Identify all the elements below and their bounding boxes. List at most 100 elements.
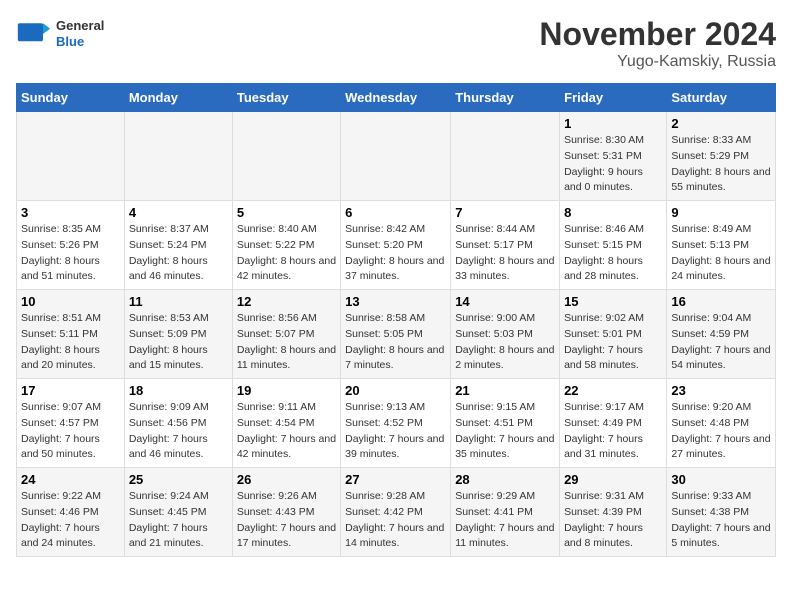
calendar-cell: 6 Sunrise: 8:42 AMSunset: 5:20 PMDayligh… [341, 201, 451, 290]
logo: General Blue [16, 16, 104, 52]
day-number: 8 [564, 205, 662, 220]
calendar-week-row: 24 Sunrise: 9:22 AMSunset: 4:46 PMDaylig… [17, 468, 776, 557]
calendar-cell: 27 Sunrise: 9:28 AMSunset: 4:42 PMDaylig… [341, 468, 451, 557]
calendar-cell [17, 112, 125, 201]
day-info: Sunrise: 8:46 AMSunset: 5:15 PMDaylight:… [564, 222, 662, 285]
day-info: Sunrise: 9:28 AMSunset: 4:42 PMDaylight:… [345, 489, 446, 552]
day-info: Sunrise: 9:24 AMSunset: 4:45 PMDaylight:… [129, 489, 228, 552]
calendar-cell [451, 112, 560, 201]
day-info: Sunrise: 8:35 AMSunset: 5:26 PMDaylight:… [21, 222, 120, 285]
page-header: General Blue November 2024 Yugo-Kamskiy,… [16, 16, 776, 71]
weekday-header: Friday [560, 84, 667, 112]
day-number: 26 [237, 472, 336, 487]
weekday-header: Sunday [17, 84, 125, 112]
calendar-cell: 13 Sunrise: 8:58 AMSunset: 5:05 PMDaylig… [341, 290, 451, 379]
day-info: Sunrise: 9:07 AMSunset: 4:57 PMDaylight:… [21, 400, 120, 463]
day-number: 4 [129, 205, 228, 220]
logo-general: General [56, 18, 104, 34]
day-number: 14 [455, 294, 555, 309]
day-number: 21 [455, 383, 555, 398]
day-number: 28 [455, 472, 555, 487]
day-number: 10 [21, 294, 120, 309]
day-number: 12 [237, 294, 336, 309]
calendar-cell: 14 Sunrise: 9:00 AMSunset: 5:03 PMDaylig… [451, 290, 560, 379]
calendar-cell: 29 Sunrise: 9:31 AMSunset: 4:39 PMDaylig… [560, 468, 667, 557]
day-number: 17 [21, 383, 120, 398]
calendar-cell: 17 Sunrise: 9:07 AMSunset: 4:57 PMDaylig… [17, 379, 125, 468]
calendar-cell [124, 112, 232, 201]
day-number: 11 [129, 294, 228, 309]
weekday-header: Wednesday [341, 84, 451, 112]
day-info: Sunrise: 8:44 AMSunset: 5:17 PMDaylight:… [455, 222, 555, 285]
day-info: Sunrise: 9:20 AMSunset: 4:48 PMDaylight:… [671, 400, 771, 463]
day-number: 15 [564, 294, 662, 309]
logo-blue: Blue [56, 34, 104, 50]
calendar-week-row: 3 Sunrise: 8:35 AMSunset: 5:26 PMDayligh… [17, 201, 776, 290]
calendar-cell: 15 Sunrise: 9:02 AMSunset: 5:01 PMDaylig… [560, 290, 667, 379]
day-info: Sunrise: 8:40 AMSunset: 5:22 PMDaylight:… [237, 222, 336, 285]
day-number: 7 [455, 205, 555, 220]
page-subtitle: Yugo-Kamskiy, Russia [539, 53, 776, 71]
day-info: Sunrise: 8:56 AMSunset: 5:07 PMDaylight:… [237, 311, 336, 374]
day-number: 29 [564, 472, 662, 487]
calendar-cell: 22 Sunrise: 9:17 AMSunset: 4:49 PMDaylig… [560, 379, 667, 468]
calendar-cell [232, 112, 340, 201]
calendar-cell: 4 Sunrise: 8:37 AMSunset: 5:24 PMDayligh… [124, 201, 232, 290]
calendar-cell: 20 Sunrise: 9:13 AMSunset: 4:52 PMDaylig… [341, 379, 451, 468]
calendar-cell: 11 Sunrise: 8:53 AMSunset: 5:09 PMDaylig… [124, 290, 232, 379]
day-number: 3 [21, 205, 120, 220]
title-block: November 2024 Yugo-Kamskiy, Russia [539, 16, 776, 71]
calendar-cell: 8 Sunrise: 8:46 AMSunset: 5:15 PMDayligh… [560, 201, 667, 290]
day-number: 22 [564, 383, 662, 398]
day-info: Sunrise: 8:53 AMSunset: 5:09 PMDaylight:… [129, 311, 228, 374]
calendar-week-row: 17 Sunrise: 9:07 AMSunset: 4:57 PMDaylig… [17, 379, 776, 468]
day-info: Sunrise: 9:09 AMSunset: 4:56 PMDaylight:… [129, 400, 228, 463]
calendar-cell: 28 Sunrise: 9:29 AMSunset: 4:41 PMDaylig… [451, 468, 560, 557]
day-number: 9 [671, 205, 771, 220]
day-info: Sunrise: 9:33 AMSunset: 4:38 PMDaylight:… [671, 489, 771, 552]
day-info: Sunrise: 9:26 AMSunset: 4:43 PMDaylight:… [237, 489, 336, 552]
calendar-cell: 21 Sunrise: 9:15 AMSunset: 4:51 PMDaylig… [451, 379, 560, 468]
calendar-cell: 19 Sunrise: 9:11 AMSunset: 4:54 PMDaylig… [232, 379, 340, 468]
calendar-cell: 25 Sunrise: 9:24 AMSunset: 4:45 PMDaylig… [124, 468, 232, 557]
calendar-cell: 1 Sunrise: 8:30 AMSunset: 5:31 PMDayligh… [560, 112, 667, 201]
day-number: 27 [345, 472, 446, 487]
calendar-cell: 26 Sunrise: 9:26 AMSunset: 4:43 PMDaylig… [232, 468, 340, 557]
day-info: Sunrise: 8:49 AMSunset: 5:13 PMDaylight:… [671, 222, 771, 285]
day-number: 6 [345, 205, 446, 220]
weekday-header: Monday [124, 84, 232, 112]
day-info: Sunrise: 8:51 AMSunset: 5:11 PMDaylight:… [21, 311, 120, 374]
calendar-cell [341, 112, 451, 201]
day-info: Sunrise: 9:13 AMSunset: 4:52 PMDaylight:… [345, 400, 446, 463]
day-number: 25 [129, 472, 228, 487]
day-number: 5 [237, 205, 336, 220]
calendar-table: SundayMondayTuesdayWednesdayThursdayFrid… [16, 83, 776, 557]
calendar-week-row: 10 Sunrise: 8:51 AMSunset: 5:11 PMDaylig… [17, 290, 776, 379]
day-number: 16 [671, 294, 771, 309]
calendar-cell: 16 Sunrise: 9:04 AMSunset: 4:59 PMDaylig… [667, 290, 776, 379]
calendar-cell: 30 Sunrise: 9:33 AMSunset: 4:38 PMDaylig… [667, 468, 776, 557]
weekday-header: Thursday [451, 84, 560, 112]
day-number: 2 [671, 116, 771, 131]
day-info: Sunrise: 9:31 AMSunset: 4:39 PMDaylight:… [564, 489, 662, 552]
calendar-cell: 23 Sunrise: 9:20 AMSunset: 4:48 PMDaylig… [667, 379, 776, 468]
page-title: November 2024 [539, 16, 776, 53]
day-info: Sunrise: 9:11 AMSunset: 4:54 PMDaylight:… [237, 400, 336, 463]
day-info: Sunrise: 9:29 AMSunset: 4:41 PMDaylight:… [455, 489, 555, 552]
day-info: Sunrise: 8:30 AMSunset: 5:31 PMDaylight:… [564, 133, 662, 196]
day-info: Sunrise: 9:02 AMSunset: 5:01 PMDaylight:… [564, 311, 662, 374]
calendar-cell: 12 Sunrise: 8:56 AMSunset: 5:07 PMDaylig… [232, 290, 340, 379]
weekday-header: Saturday [667, 84, 776, 112]
calendar-cell: 3 Sunrise: 8:35 AMSunset: 5:26 PMDayligh… [17, 201, 125, 290]
day-info: Sunrise: 9:17 AMSunset: 4:49 PMDaylight:… [564, 400, 662, 463]
day-info: Sunrise: 9:00 AMSunset: 5:03 PMDaylight:… [455, 311, 555, 374]
weekday-header-row: SundayMondayTuesdayWednesdayThursdayFrid… [17, 84, 776, 112]
day-info: Sunrise: 8:58 AMSunset: 5:05 PMDaylight:… [345, 311, 446, 374]
calendar-cell: 24 Sunrise: 9:22 AMSunset: 4:46 PMDaylig… [17, 468, 125, 557]
logo-text: General Blue [56, 18, 104, 49]
day-info: Sunrise: 9:04 AMSunset: 4:59 PMDaylight:… [671, 311, 771, 374]
day-number: 24 [21, 472, 120, 487]
day-info: Sunrise: 9:15 AMSunset: 4:51 PMDaylight:… [455, 400, 555, 463]
day-info: Sunrise: 8:42 AMSunset: 5:20 PMDaylight:… [345, 222, 446, 285]
calendar-cell: 18 Sunrise: 9:09 AMSunset: 4:56 PMDaylig… [124, 379, 232, 468]
